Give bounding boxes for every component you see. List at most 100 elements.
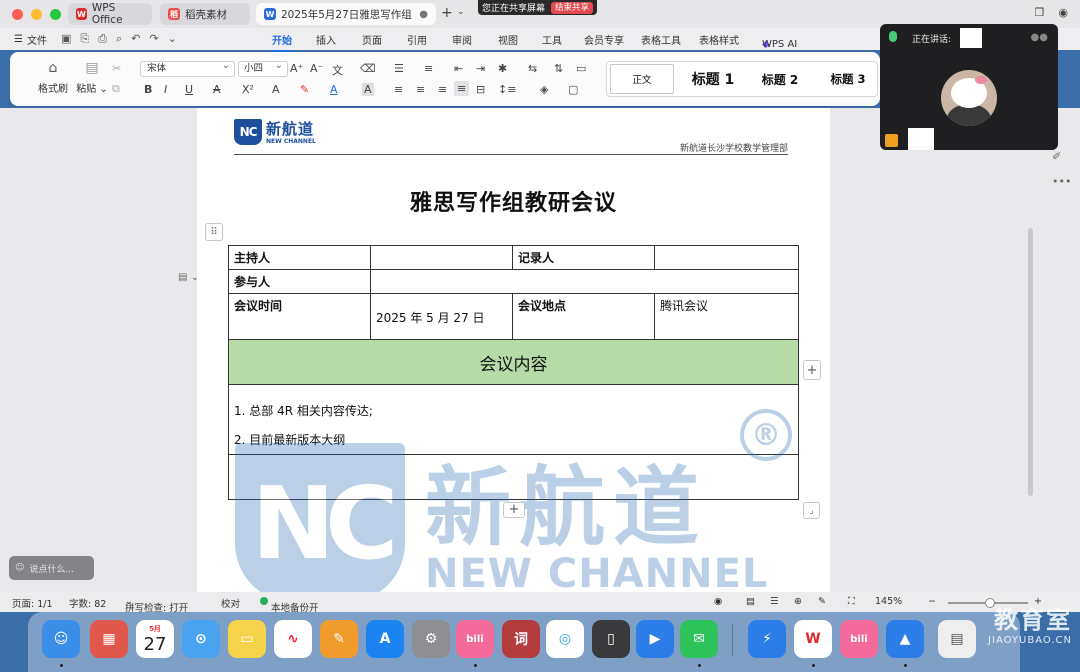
underline-icon[interactable]: U [185, 83, 193, 96]
tab-member[interactable]: 会员专享 [584, 32, 624, 47]
wechat-icon[interactable]: ✉ [680, 620, 718, 658]
pages-icon[interactable]: ✎ [320, 620, 358, 658]
new-tab-plus-icon[interactable]: + [441, 5, 453, 21]
file-menu[interactable]: ☰ 文件 [14, 32, 47, 47]
font-color-icon[interactable]: A [330, 83, 338, 96]
page-view-icon[interactable]: ▤ [746, 596, 755, 607]
meeting-video-overlay[interactable]: 正在讲话: ●● [880, 24, 1058, 150]
copy-icon[interactable]: ⧉ [112, 82, 120, 96]
line-break-icon[interactable]: ⇆ [528, 62, 537, 75]
tab-references[interactable]: 引用 [407, 32, 427, 47]
place-value[interactable]: 腾讯会议 [654, 293, 799, 340]
chinese-layout-icon[interactable]: ✱ [498, 62, 507, 75]
distributed-icon[interactable]: ⊟ [476, 83, 485, 96]
zoom-level[interactable]: 145% [875, 596, 902, 607]
meeting-table[interactable]: 主持人 记录人 参与人 会议时间 2025 年 5 月 27 日 会议地点 腾讯… [228, 245, 799, 500]
time-label[interactable]: 会议时间 [228, 293, 371, 340]
cut-icon[interactable]: ✂ [112, 62, 121, 75]
place-label[interactable]: 会议地点 [512, 293, 655, 340]
calendar-icon[interactable]: 5月 27 [136, 620, 174, 658]
bullet-list-icon[interactable]: ☰ [394, 62, 404, 75]
export-icon[interactable]: ⎘ [80, 32, 89, 46]
end-share-button[interactable]: 结束共享 [551, 1, 594, 14]
print-preview-icon[interactable]: ⌕ [116, 32, 122, 46]
bold-icon[interactable]: B [144, 83, 152, 96]
strikethrough-icon[interactable]: A [213, 83, 221, 96]
proofread-button[interactable]: 校对 [221, 596, 240, 610]
page-count[interactable]: 页面: 1/1 [12, 596, 53, 610]
text-effect-icon[interactable]: A [272, 83, 280, 96]
more-dots-icon[interactable]: ••• [1052, 175, 1071, 188]
eye-protection-icon[interactable]: ◉ [714, 596, 722, 607]
table-resize-handle-icon[interactable]: ⌟ [803, 502, 820, 519]
align-left-icon[interactable]: ≡ [394, 83, 403, 96]
tab-page[interactable]: 页面 [362, 32, 382, 47]
dictionary-icon[interactable]: 词 [502, 620, 540, 658]
print-icon[interactable]: ⎙ [98, 32, 107, 46]
clear-format-icon[interactable]: ⌫ [360, 62, 376, 75]
tab-table-tools[interactable]: 表格工具 [641, 32, 681, 47]
shading-icon[interactable]: ◈ [540, 83, 548, 96]
document-page[interactable]: NC 新航道 NEW CHANNEL 新航道长沙学校教学管理部 雅思写作组教研会… [197, 108, 830, 592]
outline-view-icon[interactable]: ☰ [770, 596, 779, 607]
font-family-select[interactable]: 宋体 [140, 59, 235, 77]
font-size-select[interactable]: 小四 [238, 59, 288, 77]
paste-button[interactable]: ▤ 粘贴 ⌄ [76, 60, 108, 95]
video-player-icon[interactable]: ▶ [636, 620, 674, 658]
zoom-window-button[interactable] [50, 8, 61, 20]
justify-icon[interactable]: ≡ [454, 81, 470, 96]
decrease-indent-icon[interactable]: ⇤ [454, 62, 463, 75]
empty-cell[interactable] [228, 454, 799, 500]
add-column-plus-icon[interactable]: + [803, 360, 821, 380]
zoom-out-icon[interactable]: − [928, 596, 936, 607]
participants-label[interactable]: 参与人 [228, 269, 371, 294]
tab-wps-office[interactable]: W WPS Office [68, 2, 152, 26]
bilibili-icon[interactable]: bili [456, 620, 494, 658]
backup-status[interactable]: 本地备份开 [260, 596, 319, 614]
table-move-handle-icon[interactable]: ⠿ [205, 223, 223, 241]
notes-icon[interactable]: ▭ [228, 620, 266, 658]
tab-list-chevron-icon[interactable]: ⌄ [457, 7, 465, 17]
web-view-icon[interactable]: ⊕ [794, 596, 802, 607]
tab-home[interactable]: 开始 [272, 32, 292, 52]
tab-modified-dot-icon[interactable]: ● [419, 9, 428, 20]
numbered-list-icon[interactable]: ≡ [424, 62, 433, 75]
increase-font-icon[interactable]: A⁺ [290, 62, 303, 75]
content-items[interactable]: 1. 总部 4R 相关内容传达; 2. 目前最新版本大纲 [228, 384, 799, 455]
phonetic-icon[interactable]: 文 [332, 62, 343, 78]
freeform-icon[interactable]: ∿ [274, 620, 312, 658]
tab-daoke[interactable]: 稻 稻壳素材 [160, 3, 250, 25]
video-more-icon[interactable]: ●● [1031, 32, 1048, 43]
align-right-icon[interactable]: ≡ [438, 83, 447, 96]
tab-view[interactable]: 视图 [498, 32, 518, 47]
style-heading-1[interactable]: 标题 1 [685, 62, 741, 96]
char-shading-icon[interactable]: A [362, 83, 374, 96]
time-value[interactable]: 2025 年 5 月 27 日 [370, 293, 513, 340]
superscript-icon[interactable]: X² [242, 83, 254, 96]
restore-window-icon[interactable]: ❐ [1035, 6, 1045, 19]
style-heading-3[interactable]: 标题 3 [823, 62, 873, 96]
tab-review[interactable]: 审阅 [452, 32, 472, 47]
tab-tools[interactable]: 工具 [542, 32, 562, 47]
sort-icon[interactable]: ⇅ [554, 62, 563, 75]
host-value[interactable] [370, 245, 513, 270]
format-painter-button[interactable]: ⌂ 格式刷 [38, 60, 68, 95]
finder-icon[interactable]: ☺ [42, 620, 80, 658]
paragraph-format-icon[interactable]: ▤ ⌄ [178, 272, 199, 283]
system-settings-icon[interactable]: ⚙ [412, 620, 450, 658]
recorder-value[interactable] [654, 245, 799, 270]
write-mode-icon[interactable]: ✎ [818, 596, 826, 607]
fit-page-icon[interactable]: ⛶ [848, 596, 855, 607]
line-spacing-icon[interactable]: ↕≡ [498, 83, 516, 96]
recorder-label[interactable]: 记录人 [512, 245, 655, 270]
more-chevron-icon[interactable]: ⌄ [168, 32, 177, 46]
highlight-icon[interactable]: ✎ [300, 83, 309, 96]
pin-icon[interactable]: ✐ [1052, 150, 1071, 163]
bilibili-2-icon[interactable]: bili [840, 620, 878, 658]
tab-document[interactable]: W 2025年5月27日雅思写作组 ● [256, 3, 436, 25]
italic-icon[interactable]: I [164, 83, 167, 96]
align-center-icon[interactable]: ≡ [416, 83, 425, 96]
close-window-button[interactable] [12, 8, 23, 20]
tab-table-style[interactable]: 表格样式 [699, 32, 739, 47]
wps-dock-icon[interactable]: W [794, 620, 832, 658]
